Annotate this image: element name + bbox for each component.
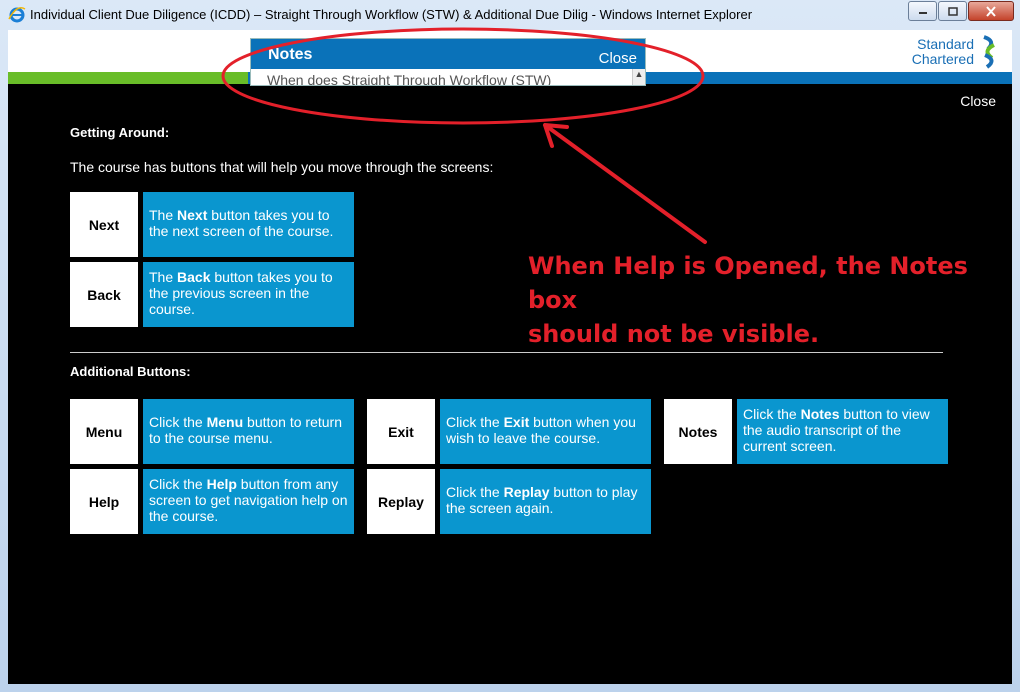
- title-bar: Individual Client Due Diligence (ICDD) –…: [0, 0, 1020, 30]
- notes-panel: Notes Close When does Straight Through W…: [250, 38, 646, 86]
- window-close-button[interactable]: [968, 1, 1014, 21]
- back-button[interactable]: Back: [70, 262, 138, 327]
- replay-description: Click the Replay button to play the scre…: [440, 469, 651, 534]
- help-close-button[interactable]: Close: [960, 93, 996, 109]
- header-green-band: [8, 72, 248, 84]
- window-title: Individual Client Due Diligence (ICDD) –…: [30, 7, 753, 22]
- maximize-icon: [947, 6, 958, 16]
- maximize-button[interactable]: [938, 1, 967, 21]
- annotation-line-2: should not be visible.: [528, 320, 820, 348]
- minimize-button[interactable]: [908, 1, 937, 21]
- menu-description: Click the Menu button to return to the c…: [143, 399, 354, 464]
- section-divider: [70, 352, 943, 353]
- next-description: The Next button takes you to the next sc…: [143, 192, 354, 257]
- exit-button[interactable]: Exit: [367, 399, 435, 464]
- back-description: The Back button takes you to the previou…: [143, 262, 354, 327]
- internet-explorer-icon: [8, 7, 26, 23]
- help-description: Click the Help button from any screen to…: [143, 469, 354, 534]
- browser-window: Individual Client Due Diligence (ICDD) –…: [0, 0, 1020, 692]
- logo-mark-icon: [983, 35, 995, 69]
- minimize-icon: [918, 12, 927, 14]
- notes-button[interactable]: Notes: [664, 399, 732, 464]
- exit-description: Click the Exit button when you wish to l…: [440, 399, 651, 464]
- standard-chartered-logo: Standard Chartered: [912, 34, 1002, 70]
- notes-title: Notes: [268, 46, 313, 63]
- next-button[interactable]: Next: [70, 192, 138, 257]
- notes-description: Click the Notes button to view the audio…: [737, 399, 948, 464]
- menu-button[interactable]: Menu: [70, 399, 138, 464]
- replay-button[interactable]: Replay: [367, 469, 435, 534]
- close-icon: [986, 5, 996, 17]
- annotation-text: When Help is Opened, the Notes box shoul…: [528, 249, 1012, 351]
- notes-close-button[interactable]: Close: [599, 50, 637, 67]
- notes-text: When does Straight Through Workflow (STW…: [267, 72, 552, 86]
- additional-buttons-heading: Additional Buttons:: [70, 364, 191, 379]
- logo-line-2: Chartered: [911, 51, 974, 67]
- annotation-line-1: When Help is Opened, the Notes box: [528, 252, 968, 314]
- help-intro-text: The course has buttons that will help yo…: [70, 159, 494, 175]
- help-button[interactable]: Help: [70, 469, 138, 534]
- logo-line-1: Standard: [917, 36, 974, 52]
- notes-scrollbar[interactable]: ▲: [632, 69, 645, 85]
- page-content: Standard Chartered Notes Close When does…: [8, 30, 1012, 684]
- getting-around-heading: Getting Around:: [70, 125, 170, 140]
- scroll-up-icon: ▲: [634, 69, 644, 79]
